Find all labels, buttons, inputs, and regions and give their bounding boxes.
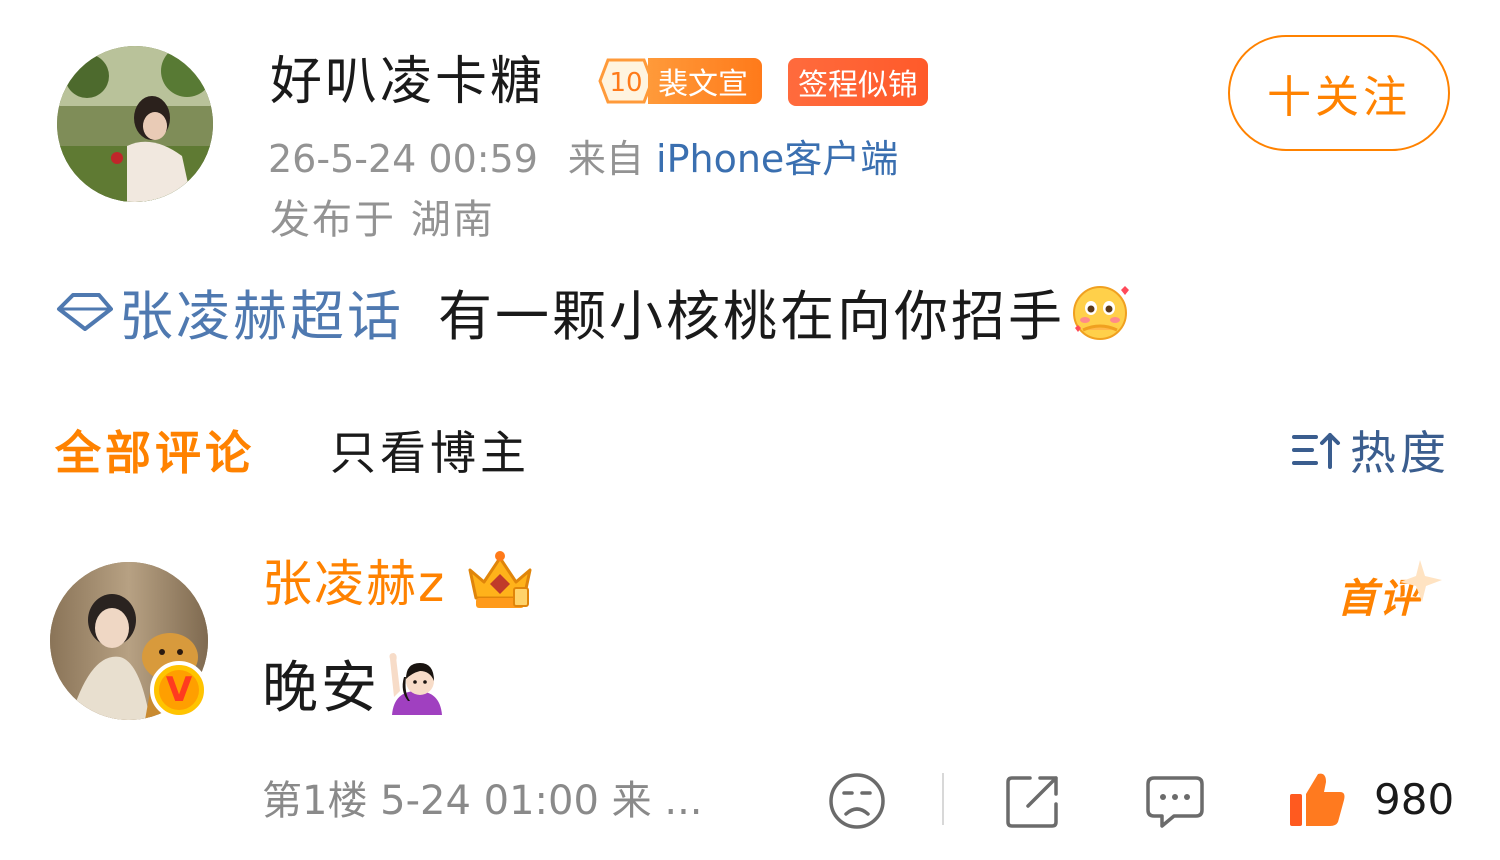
spark-icon [1400,560,1442,602]
author-avatar[interactable] [57,46,213,202]
share-icon[interactable] [1002,770,1064,832]
avatar-photo [57,46,213,202]
topic-link[interactable]: 张凌赫超话 [55,272,404,351]
topic-label: 张凌赫超话 [119,284,404,348]
post-source[interactable]: iPhone客户端 [656,137,898,181]
sad-face-icon[interactable] [826,770,888,832]
post-meta: 26-5-24 00:59 来自 iPhone客户端 [268,134,898,184]
post-content: 张凌赫超话 有一颗小核桃在向你招手 [55,275,1131,348]
verified-badge: V [150,661,208,719]
level-number: 10 [609,68,642,98]
tab-author-only[interactable]: 只看博主 [330,417,530,483]
blushing-face-emoji [1073,286,1129,340]
comment-icon[interactable] [1144,770,1206,832]
raising-hand-emoji [389,652,442,715]
sign-badge[interactable]: 签程似锦 [788,58,928,106]
like-count: 980 [1374,775,1455,824]
level-diamond-icon: 10 [598,56,654,106]
fan-badge-name: 裴文宣 [648,58,762,104]
crown-icon [468,551,532,608]
follow-button[interactable]: 十关注 [1228,35,1450,151]
like-icon[interactable] [1286,768,1348,830]
fan-level-badge[interactable]: 10 裴文宣 [598,56,762,106]
author-name[interactable]: 好叭凌卡糖 [270,48,545,116]
diamond-icon [57,293,113,331]
sort-icon [1292,433,1340,469]
sort-label: 热度 [1350,426,1450,480]
comment-body: 晚安 [262,656,380,721]
post-text: 有一颗小核桃在向你招手 [438,284,1065,348]
comment-meta: 第1楼 5-24 01:00 来 ... [262,778,703,824]
commenter-name[interactable]: 张凌赫z [262,552,446,616]
sort-button[interactable]: 热度 [1290,417,1450,483]
tab-all-comments[interactable]: 全部评论 [55,417,255,483]
source-prefix: 来自 [567,137,644,181]
post-location: 发布于 湖南 [270,197,495,243]
post-time: 26-5-24 00:59 [268,137,538,181]
action-divider [942,773,944,825]
comment-text: 晚安 [262,643,450,724]
